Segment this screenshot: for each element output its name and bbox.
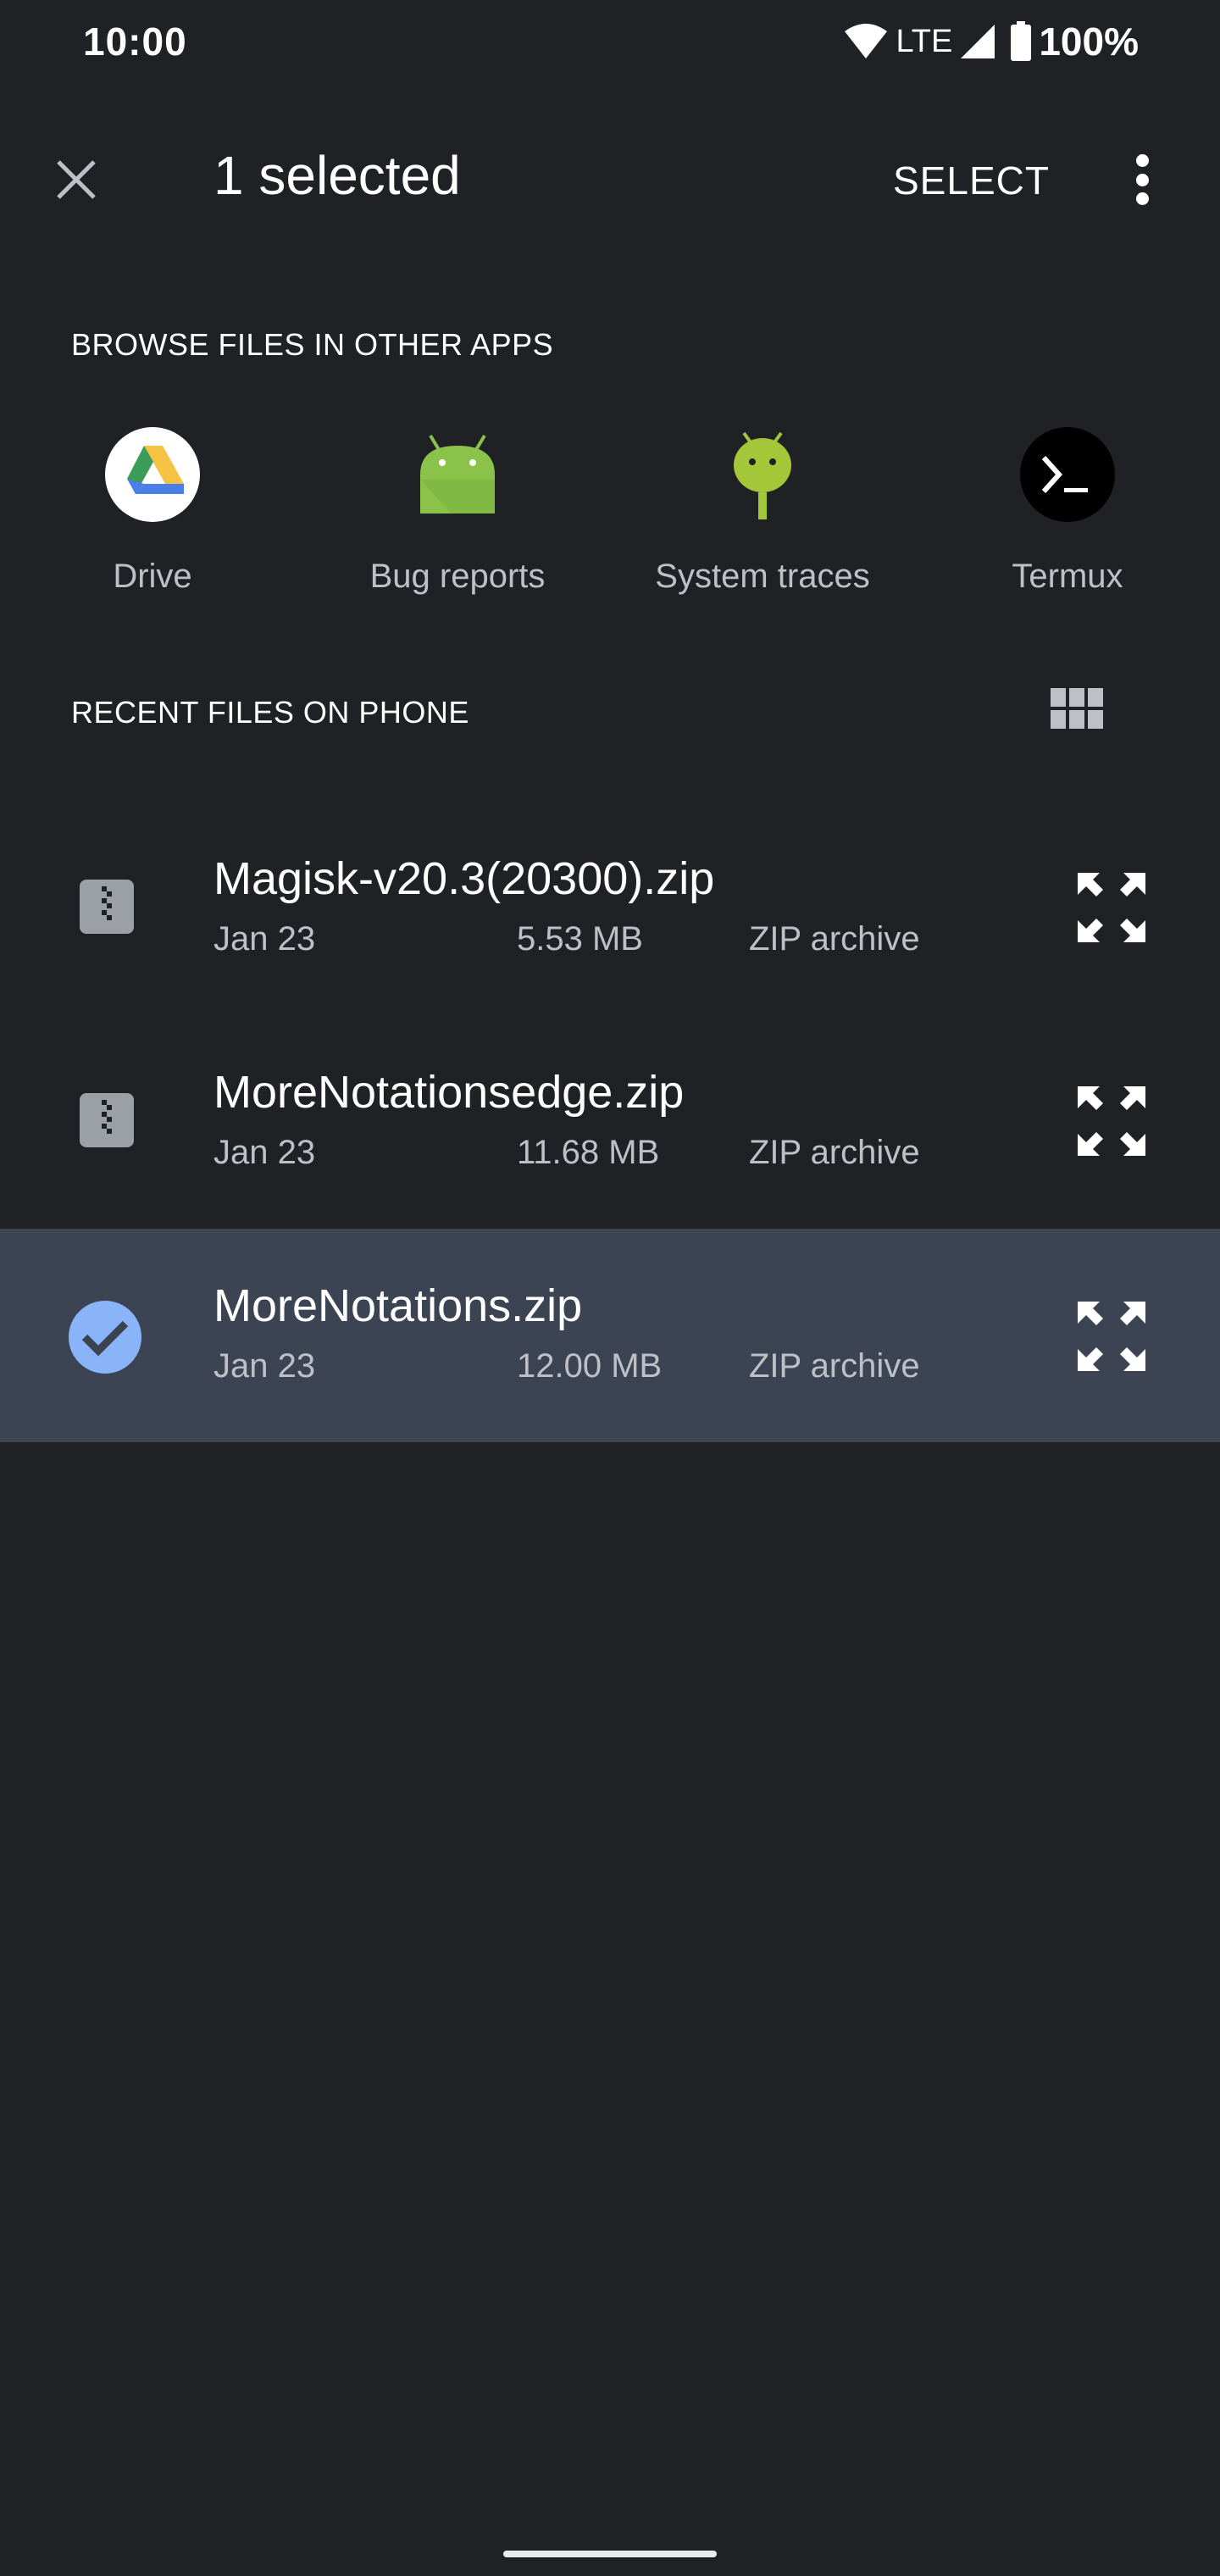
file-row-selected[interactable]: MoreNotations.zip Jan 23 12.00 MB ZIP ar… bbox=[0, 1229, 1220, 1442]
app-bug-reports[interactable]: Bug reports bbox=[330, 424, 585, 596]
file-name: Magisk-v20.3(20300).zip bbox=[214, 853, 715, 904]
app-drive[interactable]: Drive bbox=[25, 424, 280, 596]
android-icon bbox=[420, 434, 495, 514]
status-time: 10:00 bbox=[83, 19, 187, 64]
signal-icon bbox=[961, 25, 995, 58]
file-name: MoreNotations.zip bbox=[214, 1280, 583, 1331]
app-system-traces[interactable]: System traces bbox=[635, 424, 890, 596]
expand-preview-icon[interactable] bbox=[1074, 1298, 1149, 1374]
zip-file-icon bbox=[80, 880, 134, 934]
close-button[interactable] bbox=[49, 153, 103, 207]
more-options-button[interactable] bbox=[1118, 149, 1166, 210]
file-size: 11.68 MB bbox=[517, 1134, 660, 1171]
check-circle-icon[interactable] bbox=[68, 1300, 142, 1374]
terminal-icon bbox=[1020, 427, 1115, 522]
android-trace-icon bbox=[734, 431, 791, 519]
file-row[interactable]: MoreNotationsedge.zip Jan 23 11.68 MB ZI… bbox=[0, 1013, 1220, 1227]
battery-percent: 100% bbox=[1039, 19, 1139, 64]
file-type: ZIP archive bbox=[749, 1134, 920, 1171]
grid-view-icon bbox=[1051, 688, 1066, 707]
app-termux[interactable]: Termux bbox=[940, 424, 1195, 596]
google-drive-icon bbox=[105, 427, 200, 522]
app-label: Bug reports bbox=[369, 558, 546, 595]
wifi-icon bbox=[845, 24, 888, 58]
app-list: Drive Bug reports System traces Termux bbox=[0, 424, 1220, 627]
app-label: System traces bbox=[655, 558, 870, 595]
file-date: Jan 23 bbox=[214, 1347, 316, 1385]
select-button[interactable]: SELECT bbox=[893, 158, 1050, 203]
file-row[interactable]: Magisk-v20.3(20300).zip Jan 23 5.53 MB Z… bbox=[0, 800, 1220, 1013]
expand-preview-icon[interactable] bbox=[1074, 869, 1149, 946]
browse-section-header: BROWSE FILES IN OTHER APPS bbox=[71, 327, 554, 362]
status-icons: LTE 100% bbox=[843, 19, 1139, 64]
recent-files-header: RECENT FILES ON PHONE bbox=[71, 695, 469, 730]
app-label: Termux bbox=[1012, 558, 1123, 595]
file-type: ZIP archive bbox=[749, 920, 920, 958]
gesture-nav-handle[interactable] bbox=[503, 2551, 717, 2557]
file-date: Jan 23 bbox=[214, 1134, 316, 1171]
network-type: LTE bbox=[896, 23, 953, 59]
close-icon bbox=[57, 160, 96, 199]
file-name: MoreNotationsedge.zip bbox=[214, 1067, 685, 1118]
more-vert-icon bbox=[1135, 154, 1149, 167]
battery-icon bbox=[1011, 21, 1032, 61]
app-label: Drive bbox=[113, 558, 192, 595]
page-title: 1 selected bbox=[214, 145, 461, 206]
file-type: ZIP archive bbox=[749, 1347, 920, 1385]
file-size: 12.00 MB bbox=[517, 1347, 663, 1385]
zip-file-icon bbox=[80, 1093, 134, 1147]
file-date: Jan 23 bbox=[214, 920, 316, 958]
expand-preview-icon[interactable] bbox=[1074, 1083, 1149, 1159]
grid-view-toggle[interactable] bbox=[1051, 688, 1105, 734]
file-size: 5.53 MB bbox=[517, 920, 643, 958]
